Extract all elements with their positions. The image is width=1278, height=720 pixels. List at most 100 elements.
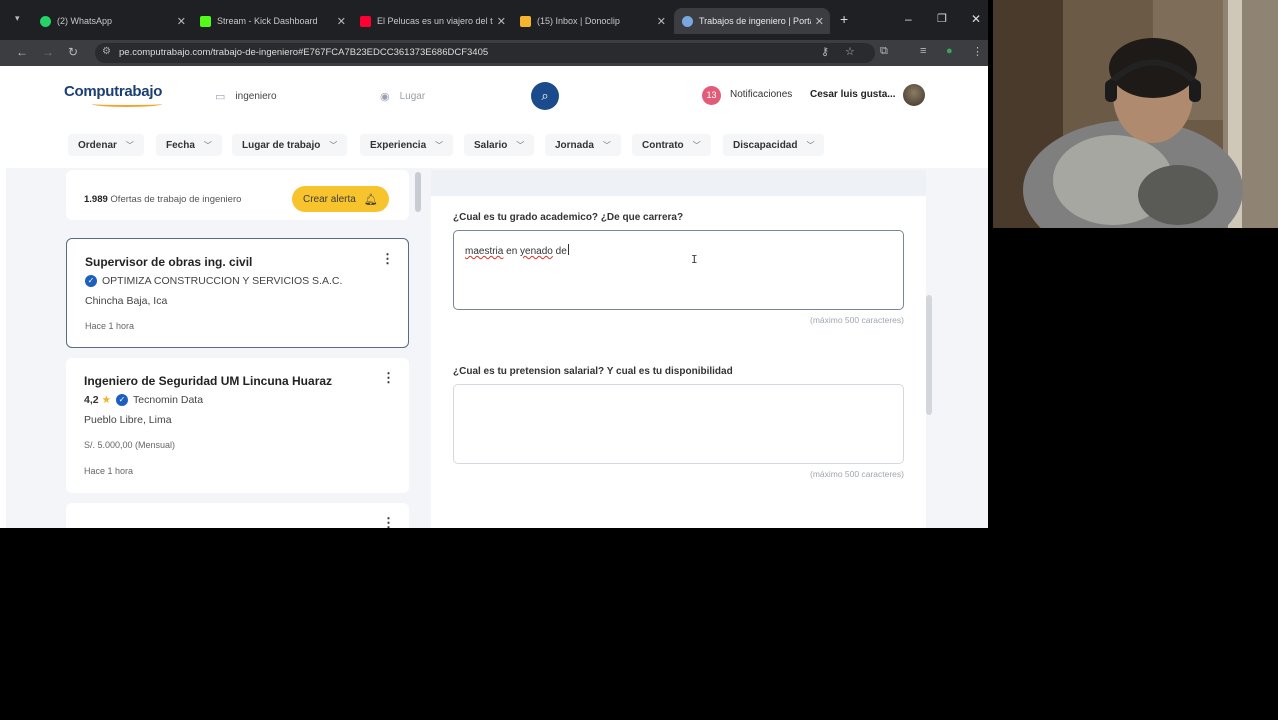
notifications-link[interactable]: Notificaciones xyxy=(730,89,792,100)
close-icon[interactable]: ✕ xyxy=(497,15,506,28)
job-card[interactable]: Ingeniero de Seguridad UM Lincuna Huaraz… xyxy=(66,358,409,493)
filter-label: Ordenar xyxy=(78,139,117,151)
tab-title: (2) WhatsApp xyxy=(57,16,113,26)
location-pin-icon: ◉ xyxy=(380,90,390,103)
tab-title: (15) Inbox | Donoclip xyxy=(537,16,620,26)
minimize-icon[interactable]: – xyxy=(905,12,912,26)
whatsapp-icon xyxy=(40,15,51,27)
bookmark-star-icon[interactable]: ☆ xyxy=(845,45,855,58)
tab-donoclip[interactable]: (15) Inbox | Donoclip ✕ xyxy=(512,8,672,34)
filter-label: Experiencia xyxy=(370,139,427,151)
create-alert-button[interactable]: Crear alerta 🔔︎ xyxy=(292,186,389,212)
window-close-icon[interactable]: ✕ xyxy=(971,12,981,26)
close-icon[interactable]: ✕ xyxy=(177,15,186,28)
site-info-icon[interactable]: ⚙ xyxy=(102,46,111,57)
job-location: Chincha Baja, Ica xyxy=(85,295,168,307)
address-bar: ← → ↻ pe.computrabajo.com/trabajo-de-ing… xyxy=(0,40,988,66)
kebab-menu-icon[interactable]: ⋮ xyxy=(381,251,394,267)
chevron-down-icon: ﹀ xyxy=(329,140,338,150)
filter-experiencia[interactable]: Experiencia ﹀ xyxy=(360,134,454,156)
profile-icon[interactable]: ● xyxy=(946,45,953,57)
tab-search-icon[interactable]: ▾ xyxy=(15,13,20,24)
kebab-menu-icon[interactable]: ⋮ xyxy=(382,515,395,528)
chevron-down-icon: ﹀ xyxy=(203,140,212,150)
form-header-strip xyxy=(431,170,926,196)
web-page: Computrabajo ▭ ingeniero ◉ Lugar ⌕ 13 No… xyxy=(6,68,988,528)
verified-icon: ✓ xyxy=(85,275,97,287)
webcam-overlay xyxy=(993,0,1278,228)
maximize-icon[interactable]: ❐ xyxy=(937,12,947,25)
reload-icon[interactable]: ↻ xyxy=(68,45,78,59)
bell-icon: 🔔︎ xyxy=(363,193,378,206)
location-input[interactable]: ◉ Lugar xyxy=(376,83,526,109)
url-field[interactable]: pe.computrabajo.com/trabajo-de-ingeniero… xyxy=(95,43,875,63)
computrabajo-logo[interactable]: Computrabajo xyxy=(64,83,162,100)
job-location: Pueblo Libre, Lima xyxy=(84,414,172,426)
text-caret xyxy=(567,244,569,255)
results-label: Ofertas de trabajo de ingeniero xyxy=(110,194,242,205)
close-icon[interactable]: ✕ xyxy=(657,15,666,28)
filter-jornada[interactable]: Jornada ﹀ xyxy=(545,134,621,156)
filters-bar: Ordenar ﹀ Fecha ﹀ Lugar de trabajo ﹀ Experi… xyxy=(6,126,988,166)
filter-salario[interactable]: Salario ﹀ xyxy=(464,134,535,156)
answer-textarea[interactable]: maestria en yenado de xyxy=(453,230,904,310)
tab-title: Stream - Kick Dashboard xyxy=(217,16,318,26)
forward-icon[interactable]: → xyxy=(42,45,54,59)
close-icon[interactable]: ✕ xyxy=(337,15,346,28)
search-value: ingeniero xyxy=(235,90,277,102)
new-tab-icon[interactable]: + xyxy=(840,11,848,27)
filter-lugar[interactable]: Lugar de trabajo ﹀ xyxy=(232,134,348,156)
job-company: 4,2 ★ ✓ Tecnomin Data xyxy=(84,394,203,406)
tab-youtube[interactable]: El Pelucas es un viajero del t ✕ xyxy=(352,8,512,34)
tab-computrabajo[interactable]: Trabajos de ingeniero | Portal ✕ xyxy=(674,8,830,34)
results-number: 1.989 xyxy=(84,194,108,205)
notifications-badge[interactable]: 13 xyxy=(702,86,721,105)
extensions-icon[interactable]: ⧉ xyxy=(880,45,888,58)
char-limit-hint: (máximo 500 caracteres) xyxy=(809,469,904,479)
computrabajo-icon xyxy=(682,15,693,27)
filter-discapacidad[interactable]: Discapacidad ﹀ xyxy=(723,134,825,156)
donoclip-icon xyxy=(520,15,531,27)
filter-contrato[interactable]: Contrato ﹀ xyxy=(632,134,711,156)
chevron-down-icon: ﹀ xyxy=(125,140,134,150)
close-icon[interactable]: ✕ xyxy=(815,15,824,28)
filter-label: Lugar de trabajo xyxy=(242,139,321,151)
job-card[interactable]: Supervisor de obras ing. civil ⋮ ✓ OPTIM… xyxy=(66,238,409,348)
job-title[interactable]: Ingeniero de Seguridad UM Lincuna Huaraz xyxy=(84,374,332,388)
site-header: Computrabajo ▭ ingeniero ◉ Lugar ⌕ 13 No… xyxy=(6,68,988,124)
filter-label: Discapacidad xyxy=(733,139,798,151)
question-label: ¿Cual es tu grado academico? ¿De que car… xyxy=(453,212,684,223)
avatar[interactable] xyxy=(903,84,925,106)
filter-ordenar[interactable]: Ordenar ﹀ xyxy=(68,134,144,156)
filter-fecha[interactable]: Fecha ﹀ xyxy=(156,134,222,156)
chevron-down-icon: ﹀ xyxy=(602,140,611,150)
job-card[interactable]: ⋮ xyxy=(66,503,409,528)
back-icon[interactable]: ← xyxy=(16,45,28,59)
results-header: 1.989 Ofertas de trabajo de ingeniero Cr… xyxy=(66,170,409,220)
menu-kebab-icon[interactable]: ⋮ xyxy=(972,45,983,58)
media-icon[interactable]: ≡ xyxy=(920,45,926,57)
star-icon: ★ xyxy=(101,394,112,406)
search-button[interactable]: ⌕ xyxy=(531,82,559,110)
tab-bar: ▾ (2) WhatsApp ✕ Stream - Kick Dashboard… xyxy=(0,0,988,40)
main-content: 1.989 Ofertas de trabajo de ingeniero Cr… xyxy=(6,168,988,528)
filter-label: Jornada xyxy=(555,139,594,151)
job-title[interactable]: Supervisor de obras ing. civil xyxy=(85,255,252,269)
search-icon: ⌕ xyxy=(541,88,549,103)
password-key-icon[interactable]: ⚷ xyxy=(821,45,829,58)
user-name[interactable]: Cesar luis gusta... xyxy=(810,89,896,100)
search-input[interactable]: ▭ ingeniero xyxy=(211,83,371,109)
job-company: ✓ OPTIMIZA CONSTRUCCION Y SERVICIOS S.A.… xyxy=(85,275,342,287)
tab-whatsapp[interactable]: (2) WhatsApp ✕ xyxy=(32,8,192,34)
filter-label: Fecha xyxy=(166,139,195,151)
results-scrollbar[interactable] xyxy=(415,172,421,212)
company-name: OPTIMIZA CONSTRUCCION Y SERVICIOS S.A.C. xyxy=(102,275,343,287)
tab-kick[interactable]: Stream - Kick Dashboard ✕ xyxy=(192,8,352,34)
form-scrollbar[interactable] xyxy=(926,295,932,415)
answer-text: en xyxy=(503,246,521,257)
answer-text: de xyxy=(552,246,567,257)
kebab-menu-icon[interactable]: ⋮ xyxy=(382,370,395,386)
filter-label: Contrato xyxy=(642,139,684,151)
answer-textarea[interactable] xyxy=(453,384,904,464)
chevron-down-icon: ﹀ xyxy=(692,140,701,150)
